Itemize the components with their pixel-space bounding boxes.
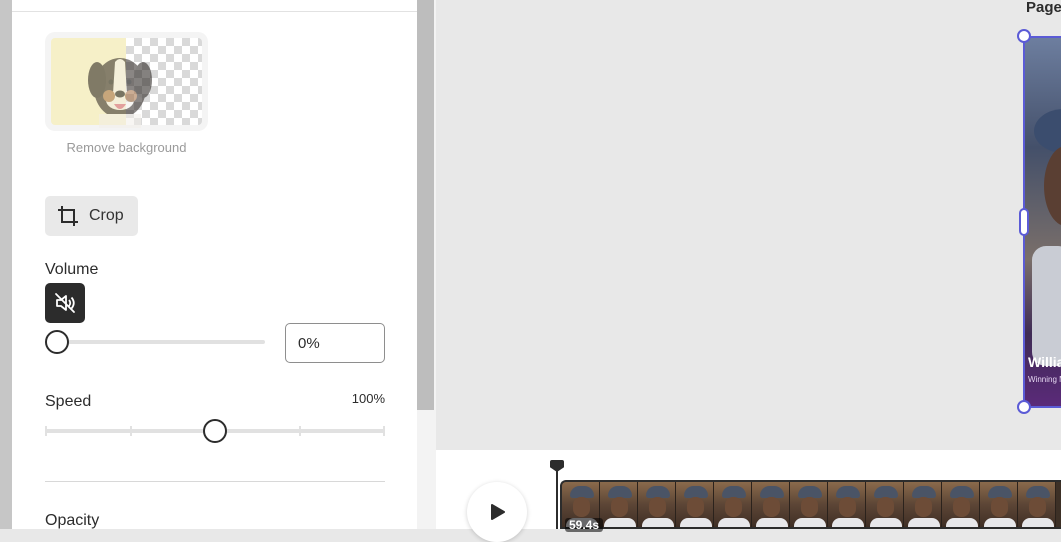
clip-thumbnail: [904, 482, 942, 527]
clip-thumbnail: [714, 482, 752, 527]
resize-handle-left[interactable]: [1019, 208, 1029, 236]
speed-slider-thumb[interactable]: [203, 419, 227, 443]
crop-button[interactable]: Crop: [45, 196, 138, 236]
opacity-label: Opacity: [45, 512, 100, 529]
clip-thumbnail: [676, 482, 714, 527]
volume-slider-track[interactable]: [45, 340, 265, 344]
speed-tick: [130, 426, 132, 436]
dog-illustration: [88, 58, 152, 128]
page-label: Page: [1026, 0, 1061, 16]
panel-top-divider: [12, 11, 417, 12]
remove-background-label[interactable]: Remove background: [45, 140, 208, 155]
page-title-text: Willia: [1028, 354, 1061, 370]
speed-label: Speed: [45, 393, 92, 410]
clip-thumbnail: [942, 482, 980, 527]
play-button[interactable]: [467, 482, 527, 542]
playhead-line[interactable]: [556, 468, 558, 529]
speed-tick: [383, 426, 385, 436]
play-icon: [491, 504, 505, 520]
volume-label: Volume: [45, 261, 99, 278]
left-rail: [0, 0, 12, 529]
remove-background-card[interactable]: [45, 32, 208, 131]
page-subtitle-text: Winning M: [1028, 375, 1061, 384]
clip-thumbnail: [752, 482, 790, 527]
mute-toggle-button[interactable]: [45, 283, 85, 323]
video-clip-track[interactable]: [560, 480, 1061, 529]
panel-scrollbar-thumb[interactable]: [417, 0, 434, 410]
page-preview[interactable]: [1024, 36, 1061, 408]
resize-handle-bottom-left[interactable]: [1017, 400, 1031, 414]
clip-thumbnail: [600, 482, 638, 527]
clip-thumbnail: [638, 482, 676, 527]
clip-thumbnail: [1018, 482, 1056, 527]
clip-duration-badge: 59.4s: [565, 518, 604, 532]
volume-slider-thumb[interactable]: [45, 330, 69, 354]
speed-tick: [299, 426, 301, 436]
section-divider: [45, 481, 385, 482]
speed-value: 100%: [351, 391, 385, 406]
clip-thumbnail: [790, 482, 828, 527]
person-photo: [1032, 109, 1061, 366]
volume-mute-icon: [55, 293, 75, 313]
speed-tick: [45, 426, 47, 436]
crop-label: Crop: [89, 207, 124, 224]
clip-thumbnail: [866, 482, 904, 527]
resize-handle-top-left[interactable]: [1017, 29, 1031, 43]
clip-thumbnail: [980, 482, 1018, 527]
volume-value-field[interactable]: 0%: [285, 323, 385, 363]
crop-icon: [58, 206, 78, 226]
clip-thumbnail: [828, 482, 866, 527]
properties-panel: Remove background Crop Volume 0% Speed 1…: [12, 0, 417, 529]
